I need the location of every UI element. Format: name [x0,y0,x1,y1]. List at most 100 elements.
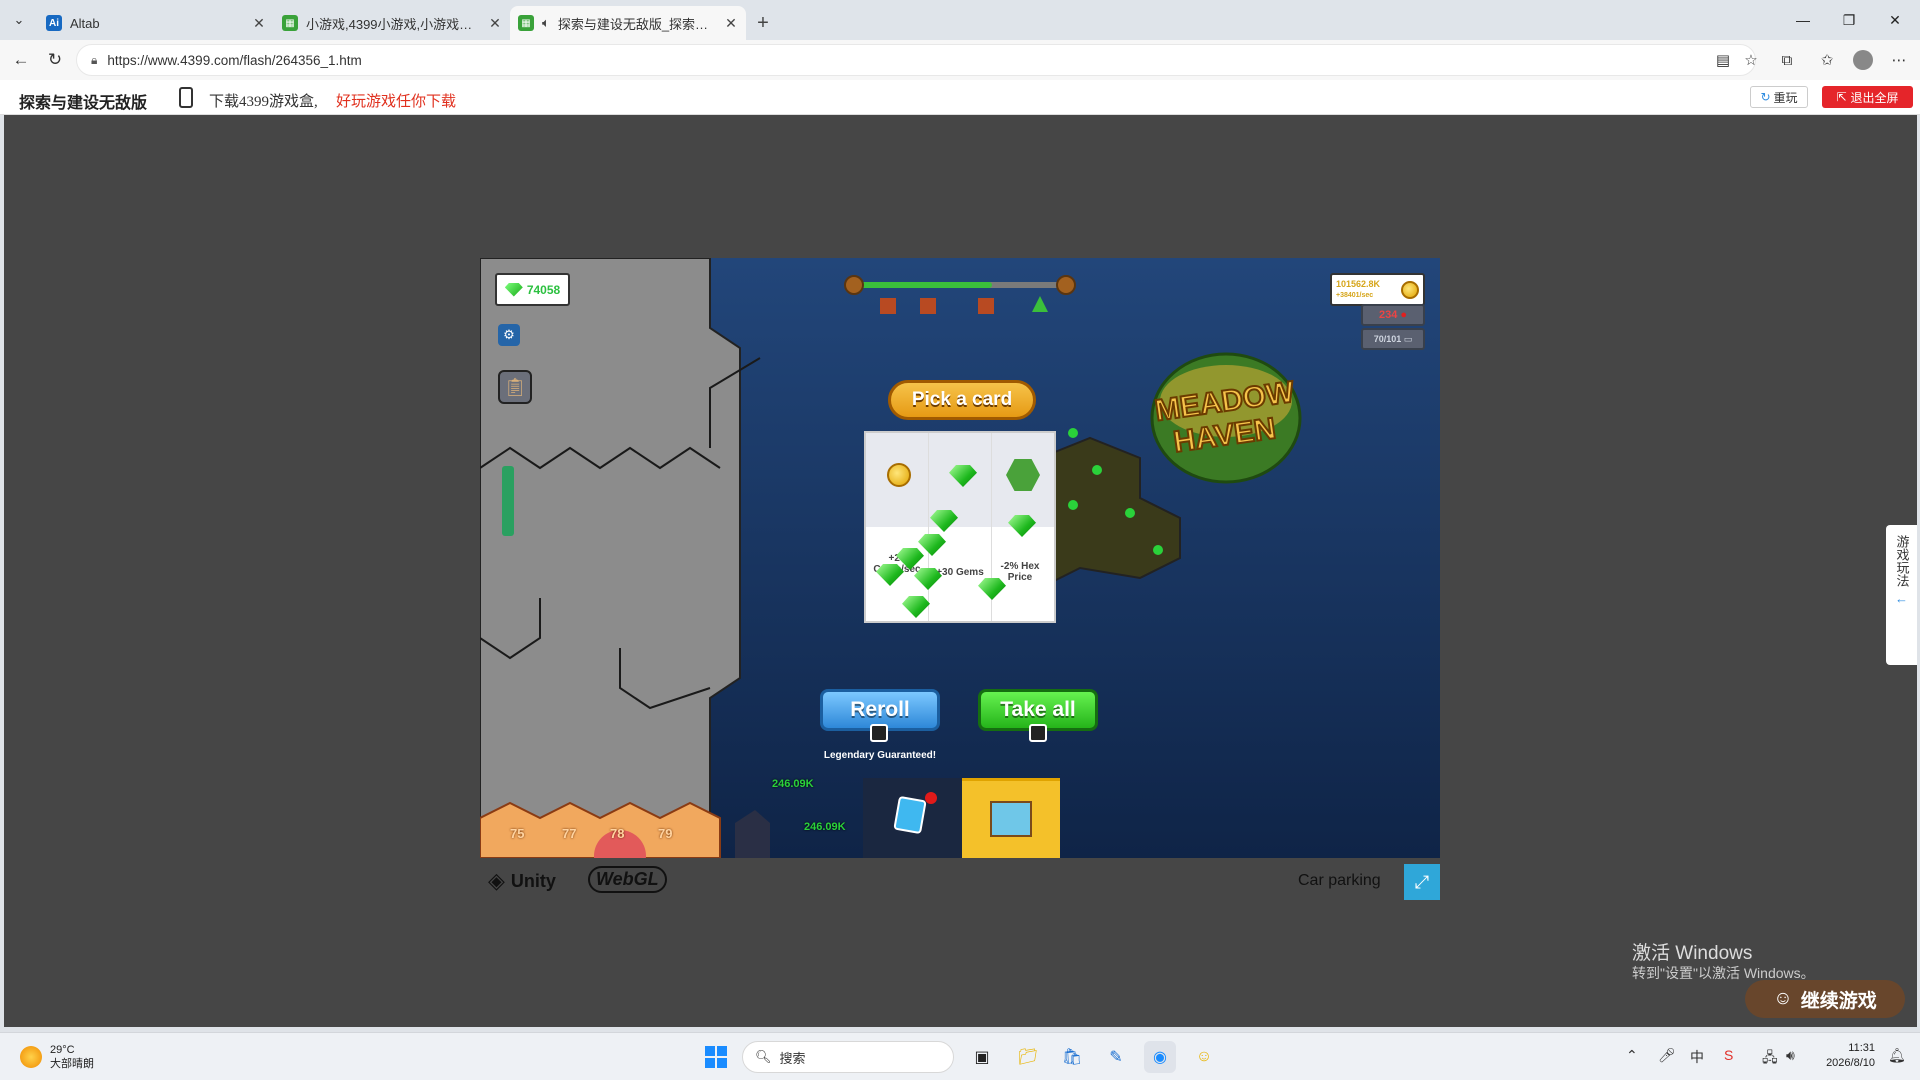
coin-rate: +38401/sec [1336,292,1374,299]
car-parking-title: Car parking [1298,872,1381,889]
fullscreen-button[interactable]: ⤢ [1404,864,1440,900]
back-button[interactable]: ← [4,43,38,77]
unity-cube-icon: ◈ [488,868,505,893]
start-windows-icon[interactable] [700,1041,732,1073]
clock[interactable]: 11:31 2026/8/10 [1817,1041,1875,1071]
whiteboard-icon[interactable]: ✎ [1100,1041,1132,1073]
webgl-logo: WebGL [588,866,667,893]
close-icon[interactable]: ✕ [724,15,738,32]
tab-game[interactable]: ▦ 🔈︎ 探索与建设无敌版_探索与建设 ✕ [510,6,746,40]
taskbar-search[interactable]: 🔍︎ 搜索 [742,1041,954,1073]
meadow-haven-logo: MEADOW HAVEN [1150,352,1302,484]
tab-4399-home[interactable]: ▦ 小游戏,4399小游戏,小游戏大全,双 ✕ [274,6,510,40]
microphone-icon[interactable]: 🎤︎ [1658,1047,1676,1064]
close-icon[interactable]: ✕ [488,15,502,32]
gem-icon [1008,515,1036,537]
game-guide-side-tab[interactable]: 游戏玩法 ← [1886,525,1917,665]
file-explorer-icon[interactable]: 📁︎ [1012,1041,1044,1073]
weather-sun-icon [20,1046,42,1068]
weather-text: 大部晴朗 [50,1058,94,1070]
game-app-icon[interactable]: ☺ [1188,1041,1220,1073]
take-all-label: Take all [1000,698,1076,721]
url-text: https://www.4399.com/flash/264356_1.htm [107,52,362,68]
exit-fullscreen-button[interactable]: ⇱ 退出全屏 [1822,86,1913,108]
map-menu-button[interactable] [962,778,1060,858]
edge-browser-icon[interactable]: ◉ [1144,1041,1176,1073]
coin-counter: 101562.8K +38401/sec [1330,273,1425,306]
notification-dot [925,792,937,804]
favorites-icon[interactable]: ✩ [1810,43,1844,77]
tab-strip: ⌄ Ai Altab ✕ ▦ 小游戏,4399小游戏,小游戏大全,双 ✕ ▦ 🔈… [0,0,1920,40]
sogou-icon[interactable]: S [1724,1047,1733,1063]
minimize-button[interactable]: — [1780,0,1826,40]
map-icon [990,801,1032,837]
restore-button[interactable]: ❐ [1826,0,1872,40]
tab-altab[interactable]: Ai Altab ✕ [38,6,274,40]
pick-card-banner: Pick a card [888,380,1036,420]
apple-count: 234 [1378,309,1398,321]
float-value: 246.09K [804,821,846,833]
card-text: -2% Hex Price [1000,561,1040,583]
refresh-button[interactable]: ↻ [38,43,72,77]
more-menu-icon[interactable]: ⋯ [1882,43,1916,77]
card-hex-price[interactable]: -2% Hex Price [992,433,1054,621]
continue-game-button[interactable]: ☺ 继续游戏 [1745,980,1905,1018]
card-gems[interactable]: +30 Gems [929,433,992,621]
weather-widget[interactable]: 29°C 大部晴朗 [20,1043,94,1071]
apple-icon: ● [1400,309,1408,321]
quest-clipboard-icon[interactable]: 📋︎ [498,370,532,404]
network-icon[interactable]: 🖧︎ [1762,1047,1778,1071]
legendary-guaranteed-text: Legendary Guaranteed! [823,750,937,761]
activate-windows-title: 激活 Windows [1632,943,1753,964]
tab-title: Altab [70,15,100,31]
altab-icon: Ai [46,15,62,31]
card-coins[interactable]: +20 Coins/sec [866,433,929,621]
capacity-counter: 70/101 ▭ [1361,328,1425,350]
chevron-up-icon[interactable]: ⌃ [1626,1047,1638,1064]
search-icon: 🔍︎ [755,1049,772,1064]
video-ad-icon [1029,724,1047,742]
site-header: 探索与建设无敌版 下载4399游戏盒, 好玩游戏任你下载 ↻ 重玩 ⇱ 退出全屏 [0,80,1920,115]
apple-counter: 234 ● [1361,304,1425,326]
task-view-icon[interactable]: ▣ [966,1041,998,1073]
cards-menu-button[interactable] [863,778,963,858]
hex-icon [1006,459,1040,491]
unity-logo: ◈ Unity [488,868,556,894]
notification-icon[interactable]: 🔔︎ [1888,1047,1906,1064]
new-tab-button[interactable]: + [746,6,780,40]
4399-icon: ▦ [518,15,534,31]
close-icon[interactable]: ✕ [252,15,266,32]
taskbar: 29°C 大部晴朗 🔍︎ 搜索 ▣ 📁︎ 🛍︎ ✎ ◉ ☺ ⌃ 🎤︎ 中 S 🖧︎… [0,1032,1920,1080]
replay-button[interactable]: ↻ 重玩 [1750,86,1808,108]
tab-actions-menu[interactable]: ⌄ [0,0,38,40]
continue-label: 继续游戏 [1800,990,1877,1012]
gem-icon [949,465,977,487]
arrow-left-icon: ← [1895,591,1908,606]
time: 11:31 [1848,1042,1875,1054]
speaker-icon[interactable]: 🔈︎ [542,15,550,31]
lock-icon: 🔒︎ [91,52,98,67]
exit-label: 退出全屏 [1850,90,1899,105]
character-icon: ☺ [1773,988,1793,1009]
ime-icon[interactable]: 中 [1690,1047,1704,1067]
store-icon[interactable]: 🛍︎ [1056,1041,1088,1073]
profile-avatar[interactable] [1846,43,1880,77]
game-canvas[interactable]: 74058 ⚙ 📋︎ 101562.8K +38401/sec 234 ● 70/… [480,258,1440,858]
gem-count: 74058 [526,282,561,297]
replay-label: 重玩 [1773,90,1798,105]
promo-text: 下载4399游戏盒, [209,94,318,110]
search-placeholder: 搜索 [779,1050,806,1066]
level-marker: 77 [562,826,577,841]
float-value: 246.09K [772,778,814,790]
favorite-star-icon[interactable]: ☆ [1734,43,1768,77]
volume-icon[interactable]: 🔊︎ [1786,1047,1795,1064]
settings-gear-icon[interactable]: ⚙ [498,324,520,346]
tab-title: 探索与建设无敌版_探索与建设 [557,16,716,32]
address-bar[interactable]: 🔒︎ https://www.4399.com/flash/264356_1.h… [76,44,1756,76]
unity-footer: ◈ Unity WebGL Car parking ⤢ [480,858,1440,902]
coin-count: 101562.8K [1336,279,1381,289]
promo-download-link[interactable]: 好玩游戏任你下载 [336,90,456,111]
extensions-icon[interactable]: ⧉ [1770,43,1804,77]
navigation-bar: ← ↻ 🔒︎ https://www.4399.com/flash/264356… [0,40,1920,80]
close-window-button[interactable]: ✕ [1872,0,1918,40]
